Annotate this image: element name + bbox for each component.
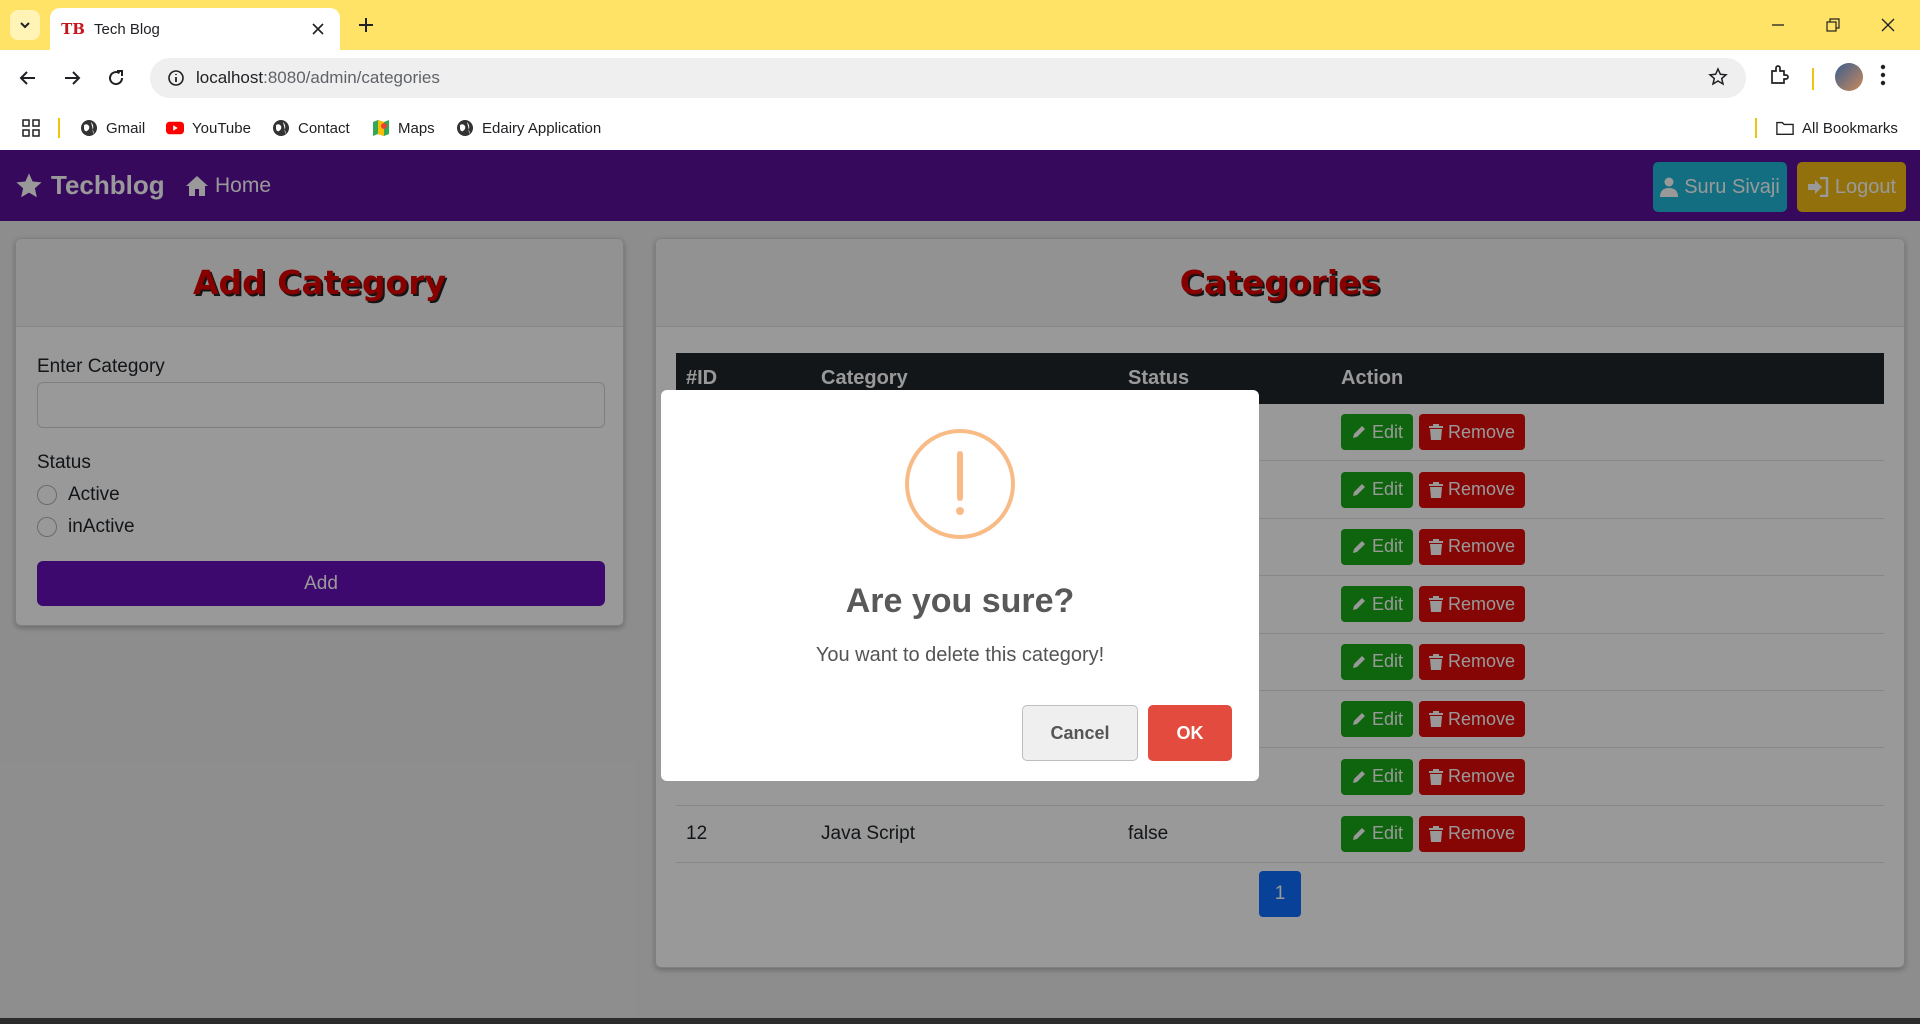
bookmark-label: Edairy Application (482, 119, 602, 137)
bookmarks-divider (1755, 118, 1757, 138)
ok-button[interactable]: OK (1148, 705, 1232, 761)
globe-icon (272, 119, 290, 137)
cancel-button[interactable]: Cancel (1022, 705, 1138, 761)
toolbar-divider (1812, 68, 1814, 90)
bookmark-label: Maps (398, 119, 435, 137)
dialog-title: Are you sure? (845, 582, 1075, 620)
page-bottom-strip (0, 1018, 1920, 1024)
arrow-right-icon (65, 71, 81, 85)
maps-icon (372, 119, 390, 137)
new-tab-button[interactable] (354, 13, 378, 37)
url-path: :8080/admin/categories (263, 68, 440, 87)
minimize-icon (1772, 24, 1784, 26)
bookmark-edairy[interactable]: Edairy Application (456, 116, 601, 140)
all-bookmarks-label: All Bookmarks (1802, 119, 1898, 137)
url-text[interactable]: localhost:8080/admin/categories (196, 68, 440, 88)
tab-favicon: TB (61, 20, 85, 38)
folder-icon (1776, 119, 1794, 137)
extensions-icon[interactable] (1768, 64, 1790, 91)
plus-icon (359, 18, 373, 32)
profile-avatar[interactable] (1835, 63, 1863, 91)
bookmark-star-icon[interactable] (1708, 67, 1728, 92)
bookmark-maps[interactable]: Maps (372, 116, 435, 140)
bookmark-label: Gmail (106, 119, 146, 137)
tab-title: Tech Blog (94, 20, 160, 38)
url-host: localhost (196, 68, 264, 87)
bookmark-label: YouTube (192, 119, 251, 137)
minimize-button[interactable] (1760, 10, 1796, 40)
restore-button[interactable] (1815, 10, 1851, 40)
tab-close-button[interactable] (308, 19, 328, 39)
youtube-icon (166, 119, 184, 137)
confirm-dialog: Are you sure? You want to delete this ca… (661, 390, 1259, 781)
close-window-button[interactable] (1870, 10, 1906, 40)
apps-icon[interactable] (22, 116, 40, 140)
restore-icon (1826, 18, 1840, 32)
browser-tab[interactable]: TB Tech Blog (50, 8, 340, 50)
reload-button[interactable] (102, 64, 130, 92)
address-bar[interactable]: localhost:8080/admin/categories (150, 58, 1746, 98)
bookmark-contact[interactable]: Contact (272, 116, 350, 140)
site-info-icon[interactable] (156, 69, 196, 87)
bookmark-youtube[interactable]: YouTube (166, 116, 251, 140)
globe-icon (80, 119, 98, 137)
dialog-text: You want to delete this category! (815, 644, 1105, 666)
bookmark-gmail[interactable]: Gmail (80, 116, 145, 140)
reload-icon (109, 70, 124, 86)
all-bookmarks[interactable]: All Bookmarks (1776, 116, 1898, 140)
bookmarks-bar: Gmail YouTube Contact Maps Edairy Applic… (0, 106, 1920, 150)
chevron-down-icon (20, 22, 30, 29)
back-button[interactable] (14, 64, 42, 92)
tab-search-button[interactable] (10, 10, 40, 40)
arrow-left-icon (19, 71, 35, 85)
bookmark-label: Contact (298, 119, 350, 137)
close-icon (1881, 18, 1895, 32)
close-icon (312, 23, 324, 35)
bookmarks-divider (58, 118, 60, 138)
browser-tab-bar: TB Tech Blog (0, 0, 1920, 50)
globe-icon (456, 119, 474, 137)
browser-toolbar: localhost:8080/admin/categories (0, 50, 1920, 106)
warning-icon (905, 429, 1015, 539)
kebab-menu-icon[interactable] (1880, 64, 1886, 91)
forward-button[interactable] (58, 64, 86, 92)
